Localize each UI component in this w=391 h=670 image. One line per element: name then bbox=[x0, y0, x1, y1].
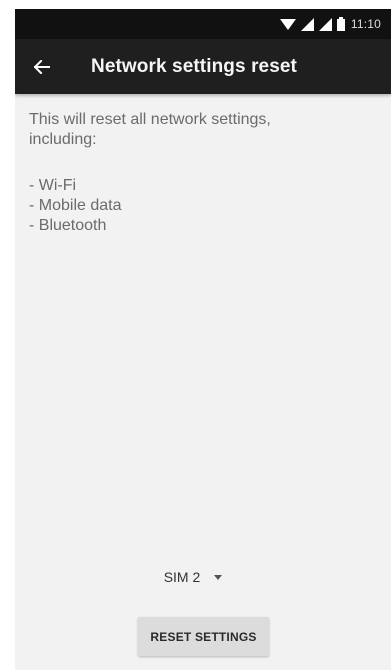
status-icons bbox=[279, 17, 345, 31]
list-item-wifi: - Wi-Fi bbox=[29, 177, 77, 194]
signal-icon bbox=[318, 17, 332, 31]
screen: 11:10 Network settings reset This will r… bbox=[15, 9, 391, 670]
reset-settings-button[interactable]: RESET SETTINGS bbox=[138, 617, 269, 656]
wifi-icon bbox=[279, 18, 296, 30]
battery-icon bbox=[336, 17, 345, 31]
sim-selected-value: SIM 2 bbox=[163, 569, 201, 585]
arrow-back-icon bbox=[34, 59, 50, 74]
signal-icon bbox=[300, 17, 314, 31]
page-title: Network settings reset bbox=[91, 55, 297, 77]
app-bar: Network settings reset bbox=[15, 39, 391, 94]
reset-description: This will reset all network settings, in… bbox=[29, 111, 271, 148]
content-area: This will reset all network settings, in… bbox=[15, 94, 391, 236]
list-item-mobile-data: - Mobile data bbox=[29, 197, 122, 214]
back-button[interactable] bbox=[15, 39, 69, 94]
sim-selector-dropdown[interactable]: SIM 2 bbox=[15, 569, 381, 585]
dropdown-arrow-icon bbox=[214, 574, 223, 580]
status-time: 11:10 bbox=[350, 17, 381, 31]
list-item-bluetooth: - Bluetooth bbox=[29, 217, 107, 234]
status-bar: 11:10 bbox=[15, 9, 391, 39]
